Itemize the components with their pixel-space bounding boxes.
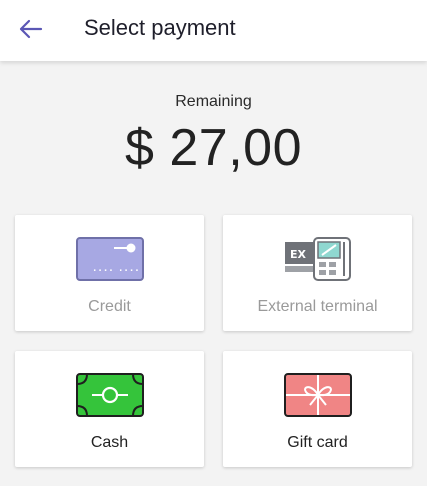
payment-option-label: Gift card (287, 434, 348, 451)
top-app-bar: Select payment (0, 0, 427, 61)
credit-card-icon: .... .... (76, 236, 144, 287)
cash-icon (76, 372, 144, 423)
payment-option-credit[interactable]: .... .... Credit (15, 215, 204, 331)
payment-option-label: External terminal (257, 298, 378, 315)
arrow-left-icon (19, 19, 43, 39)
payment-option-external-terminal[interactable]: EX External terminal (223, 215, 412, 331)
payment-option-gift-card[interactable]: Gift card (223, 351, 412, 467)
payment-option-label: Cash (90, 434, 129, 451)
svg-text:....: .... (118, 264, 140, 274)
payment-option-cash[interactable]: Cash (15, 351, 204, 467)
external-terminal-icon: EX (284, 236, 352, 287)
svg-text:....: .... (92, 264, 114, 274)
back-button[interactable] (14, 13, 46, 45)
page-title: Select payment (84, 15, 236, 40)
remaining-amount: $ 27,00 (125, 119, 302, 177)
svg-text:EX: EX (290, 248, 307, 261)
remaining-label: Remaining (175, 93, 252, 110)
gift-card-icon (284, 372, 352, 423)
payment-option-label: Credit (88, 298, 131, 315)
